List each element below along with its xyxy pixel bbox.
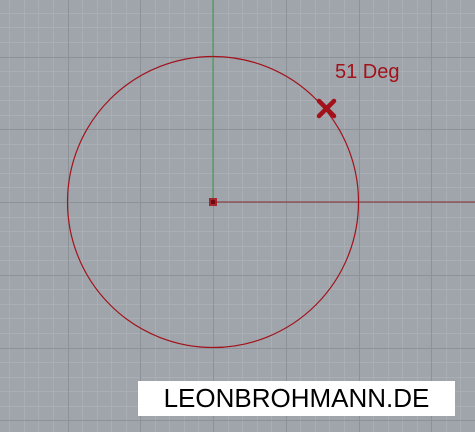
viewport-canvas[interactable]: 51 Deg	[0, 0, 475, 432]
viewport-background	[0, 0, 475, 432]
watermark-text: LEONBROHMANN.DE	[138, 381, 455, 416]
square-point-icon[interactable]	[209, 198, 217, 206]
angle-label: 51 Deg	[335, 61, 400, 83]
rhino-viewport[interactable]: 51 Deg LEONBROHMANN.DE	[0, 0, 475, 432]
